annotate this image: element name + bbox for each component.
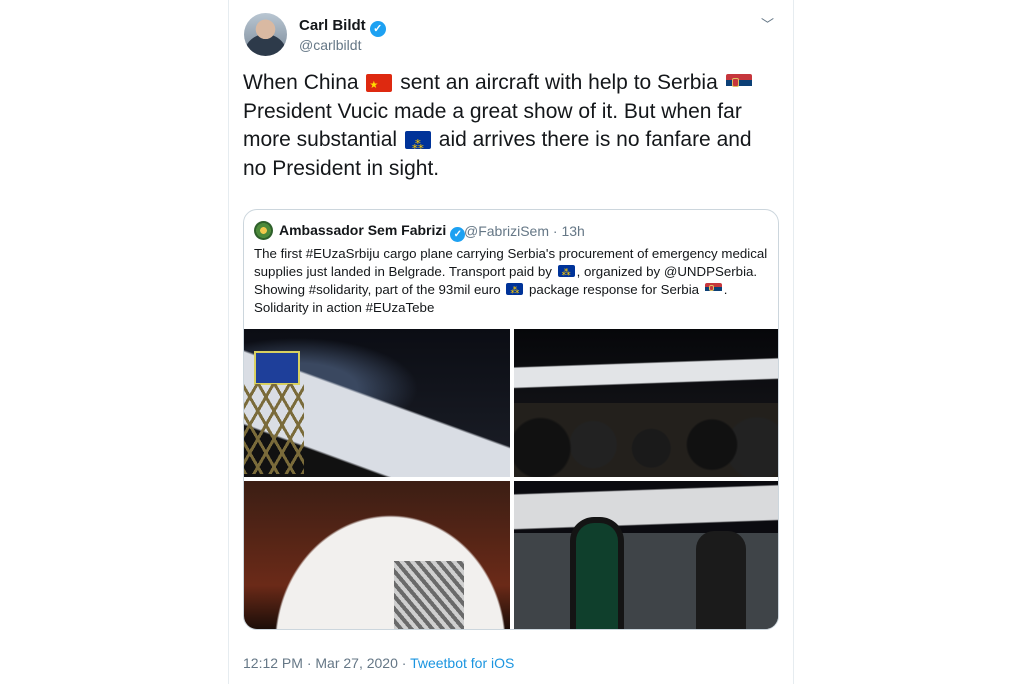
timestamp[interactable]: 12:12 PM · Mar 27, 2020 · [243, 655, 406, 671]
quoted-author-avatar [254, 221, 273, 240]
quoted-author-handle: @FabriziSem · 13h [464, 223, 585, 239]
serbia-flag-icon [725, 74, 752, 92]
chevron-down-icon[interactable]: ﹀ [761, 14, 777, 32]
quoted-tweet[interactable]: Ambassador Sem Fabrizi ✓ @FabriziSem · 13… [243, 209, 779, 630]
quoted-author-name: Ambassador Sem Fabrizi ✓ [279, 222, 466, 242]
serbia-flag-icon [704, 283, 722, 295]
officials-on-tarmac-photo[interactable] [514, 481, 778, 629]
verified-badge-icon: ✓ [369, 21, 386, 37]
eu-flag-icon [404, 131, 431, 160]
tweet-card: Carl Bildt✓ @carlbildt ﹀ When China sent… [228, 0, 794, 684]
tweet-text: When China sent an aircraft with help to… [243, 69, 775, 183]
quoted-tweet-text: The first #EUzaSrbiju cargo plane carryi… [254, 245, 769, 317]
cargo-plane-loading-photo[interactable] [244, 329, 510, 477]
eu-flag-icon [506, 281, 524, 299]
tweet-meta: 12:12 PM · Mar 27, 2020 · Tweetbot for i… [243, 655, 514, 671]
author-name[interactable]: Carl Bildt ✓ [299, 17, 386, 37]
transavia-plane-nose-photo[interactable] [244, 481, 510, 629]
china-flag-icon [366, 72, 393, 101]
photo-grid [244, 329, 778, 629]
eu-flag-icon [557, 263, 575, 281]
author-avatar[interactable] [244, 13, 287, 56]
author-handle[interactable]: @carlbildt [299, 37, 361, 53]
press-gathering-photo[interactable] [514, 329, 778, 477]
source-app-link[interactable]: Tweetbot for iOS [410, 655, 514, 671]
